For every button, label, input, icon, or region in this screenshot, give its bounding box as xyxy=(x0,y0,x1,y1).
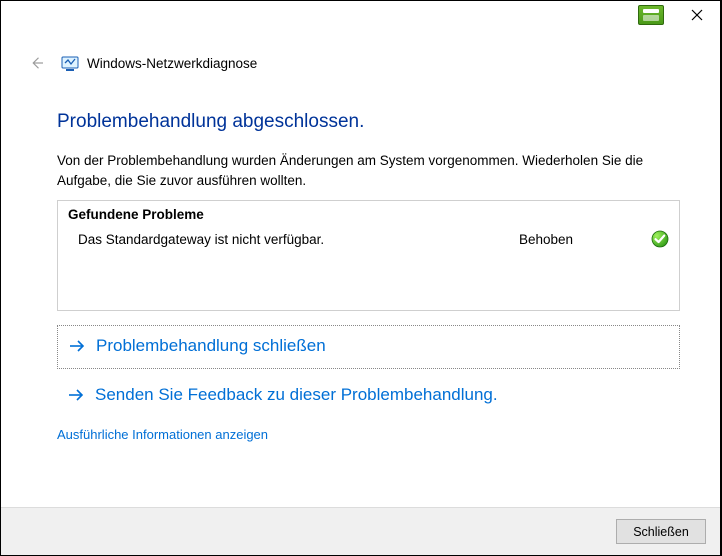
window-titlebar xyxy=(1,1,720,29)
close-icon xyxy=(691,9,703,21)
arrow-right-icon xyxy=(68,337,86,355)
dialog-footer: Schließen xyxy=(1,507,720,555)
app-icon xyxy=(638,5,664,25)
back-arrow-icon xyxy=(28,54,46,72)
detailed-information-link[interactable]: Ausführliche Informationen anzeigen xyxy=(57,427,680,442)
send-feedback-link[interactable]: Senden Sie Feedback zu dieser Problembeh… xyxy=(57,385,680,405)
send-feedback-label: Senden Sie Feedback zu dieser Problembeh… xyxy=(95,385,498,405)
problem-row: Das Standardgateway ist nicht verfügbar.… xyxy=(68,228,669,250)
wizard-header: Windows-Netzwerkdiagnose xyxy=(1,29,720,89)
problem-description: Das Standardgateway ist nicht verfügbar. xyxy=(78,232,519,247)
troubleshooter-window: Windows-Netzwerkdiagnose Problembehandlu… xyxy=(0,0,722,556)
window-close-button[interactable] xyxy=(674,1,720,29)
problem-status: Behoben xyxy=(519,232,649,247)
problems-found-header: Gefundene Probleme xyxy=(68,207,669,222)
back-button[interactable] xyxy=(25,51,49,75)
fixed-check-icon xyxy=(651,230,669,248)
page-description: Von der Problembehandlung wurden Änderun… xyxy=(57,151,680,190)
network-diagnostics-icon xyxy=(61,54,79,72)
problems-found-box: Gefundene Probleme Das Standardgateway i… xyxy=(57,200,680,311)
arrow-right-icon xyxy=(67,386,85,404)
close-troubleshooting-link[interactable]: Problembehandlung schließen xyxy=(57,325,680,369)
page-heading: Problembehandlung abgeschlossen. xyxy=(57,111,680,133)
wizard-title: Windows-Netzwerkdiagnose xyxy=(87,56,257,71)
content-area: Problembehandlung abgeschlossen. Von der… xyxy=(1,89,720,507)
close-button[interactable]: Schließen xyxy=(616,519,706,544)
close-troubleshooting-label: Problembehandlung schließen xyxy=(96,336,326,356)
